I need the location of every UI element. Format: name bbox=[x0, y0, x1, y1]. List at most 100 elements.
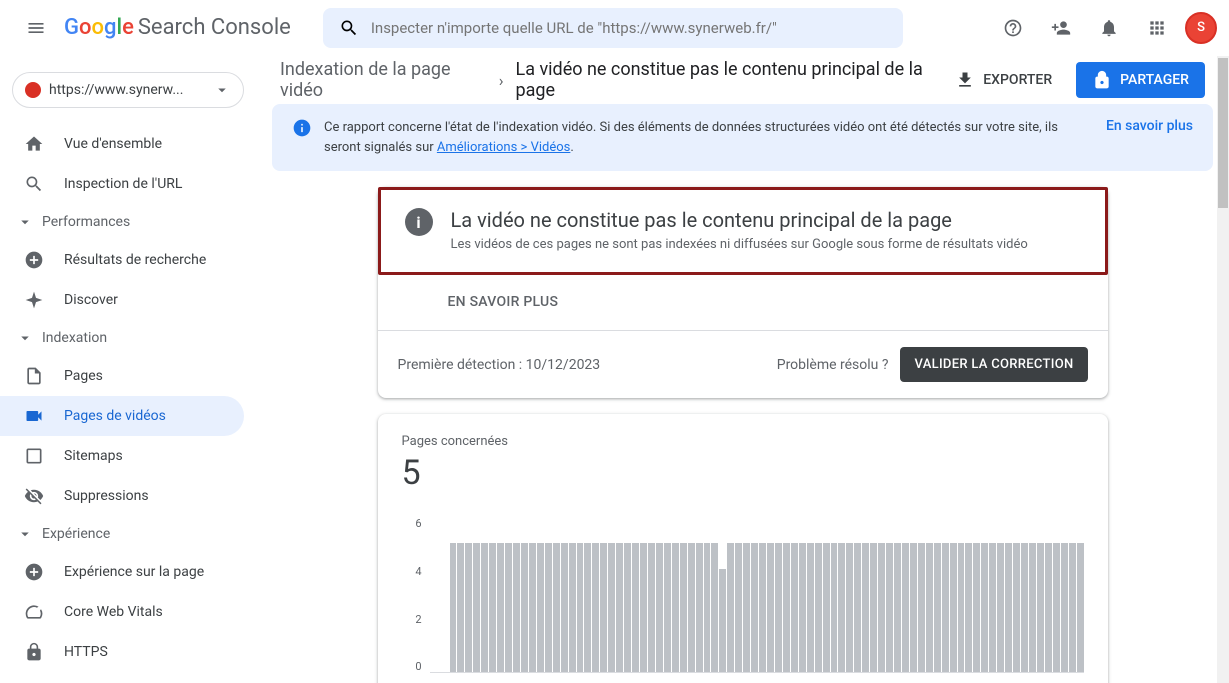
google-logo: Google bbox=[64, 15, 134, 40]
detection-row: Première détection : 10/12/2023 Problème… bbox=[378, 330, 1108, 398]
scrollbar[interactable] bbox=[1217, 56, 1229, 683]
url-inspect-input[interactable] bbox=[371, 19, 887, 37]
nav-discover[interactable]: Discover bbox=[0, 280, 244, 320]
product-name: Search Console bbox=[138, 15, 291, 40]
nav-page-experience[interactable]: Expérience sur la page bbox=[0, 552, 244, 592]
section-indexation[interactable]: Indexation bbox=[0, 320, 256, 356]
lock-icon bbox=[1092, 70, 1112, 90]
nav-https[interactable]: HTTPS bbox=[0, 632, 244, 672]
property-url: https://www.synerw... bbox=[49, 82, 213, 98]
section-title: Performances bbox=[42, 214, 130, 230]
sitemap-icon bbox=[24, 446, 44, 466]
chart: 6420 29/12/202309/01/202420/01/202431/01… bbox=[402, 517, 1084, 683]
logo[interactable]: Google Search Console bbox=[64, 15, 291, 40]
people-icon bbox=[1051, 18, 1071, 38]
section-shopping[interactable]: Achats bbox=[0, 672, 256, 683]
apps-button[interactable] bbox=[1137, 8, 1177, 48]
nav-label: Discover bbox=[64, 292, 118, 308]
issue-title: La vidéo ne constitue pas le contenu pri… bbox=[451, 208, 1028, 232]
info-banner: Ce rapport concerne l'état de l'indexati… bbox=[272, 104, 1213, 171]
chart-plot bbox=[430, 517, 1084, 673]
header-actions: S bbox=[993, 8, 1217, 48]
breadcrumb-separator: › bbox=[499, 71, 504, 90]
dropdown-icon bbox=[213, 81, 231, 99]
export-button[interactable]: EXPORTER bbox=[943, 62, 1064, 98]
hamburger-icon bbox=[26, 18, 46, 38]
section-title: Indexation bbox=[42, 330, 107, 346]
main-content: Indexation de la page vidéo › La vidéo n… bbox=[256, 56, 1229, 683]
users-button[interactable] bbox=[1041, 8, 1081, 48]
nav-label: Vue d'ensemble bbox=[64, 136, 162, 152]
chart-card: Pages concernées 5 6420 29/12/202309/01/… bbox=[378, 414, 1108, 683]
nav-core-web-vitals[interactable]: Core Web Vitals bbox=[0, 592, 244, 632]
nav-search-results[interactable]: Résultats de recherche bbox=[0, 240, 244, 280]
star-icon bbox=[24, 290, 44, 310]
banner-text: Ce rapport concerne l'état de l'indexati… bbox=[324, 118, 1094, 157]
google-icon bbox=[24, 250, 44, 270]
nav-video-pages[interactable]: Pages de vidéos bbox=[0, 396, 244, 436]
breadcrumb-current: La vidéo ne constitue pas le contenu pri… bbox=[516, 59, 944, 101]
issue-description: Les vidéos de ces pages ne sont pas inde… bbox=[451, 236, 1028, 254]
issue-card: i La vidéo ne constitue pas le contenu p… bbox=[378, 187, 1108, 398]
first-detection-text: Première détection : 10/12/2023 bbox=[398, 357, 601, 373]
share-label: PARTAGER bbox=[1120, 72, 1189, 88]
scrollbar-thumb[interactable] bbox=[1218, 58, 1228, 208]
resolved-text: Problème résolu ? bbox=[777, 357, 889, 373]
issue-learn-more[interactable]: EN SAVOIR PLUS bbox=[448, 294, 559, 310]
nav-label: Sitemaps bbox=[64, 448, 123, 464]
chevron-down-icon bbox=[16, 329, 34, 347]
share-button[interactable]: PARTAGER bbox=[1076, 62, 1205, 98]
info-icon bbox=[292, 118, 312, 138]
nav-removals[interactable]: Suppressions bbox=[0, 476, 244, 516]
nav-sitemaps[interactable]: Sitemaps bbox=[0, 436, 244, 476]
visibility-off-icon bbox=[24, 486, 44, 506]
validate-button[interactable]: VALIDER LA CORRECTION bbox=[900, 347, 1087, 382]
section-experience[interactable]: Expérience bbox=[0, 516, 256, 552]
breadcrumb-parent[interactable]: Indexation de la page vidéo bbox=[280, 59, 487, 101]
nav-overview[interactable]: Vue d'ensemble bbox=[0, 124, 244, 164]
nav-url-inspection[interactable]: Inspection de l'URL bbox=[0, 164, 244, 204]
chevron-down-icon bbox=[16, 525, 34, 543]
nav-label: Core Web Vitals bbox=[64, 604, 163, 620]
nav-label: HTTPS bbox=[64, 644, 108, 660]
info-circle-icon: i bbox=[405, 208, 433, 236]
nav-pages[interactable]: Pages bbox=[0, 356, 244, 396]
bell-icon bbox=[1099, 18, 1119, 38]
help-button[interactable] bbox=[993, 8, 1033, 48]
download-icon bbox=[955, 70, 975, 90]
breadcrumb-bar: Indexation de la page vidéo › La vidéo n… bbox=[256, 56, 1229, 104]
sidebar: https://www.synerw... Vue d'ensemble Ins… bbox=[0, 56, 256, 683]
metric-label: Pages concernées bbox=[402, 434, 1084, 449]
help-icon bbox=[1003, 18, 1023, 38]
nav-label: Expérience sur la page bbox=[64, 564, 204, 580]
metric-value: 5 bbox=[402, 453, 1084, 493]
section-title: Expérience bbox=[42, 526, 110, 542]
banner-learn-more[interactable]: En savoir plus bbox=[1106, 118, 1193, 134]
home-icon bbox=[24, 134, 44, 154]
export-label: EXPORTER bbox=[983, 72, 1052, 88]
section-performances[interactable]: Performances bbox=[0, 204, 256, 240]
banner-link[interactable]: Améliorations > Vidéos bbox=[437, 140, 571, 155]
video-icon bbox=[24, 406, 44, 426]
property-selector[interactable]: https://www.synerw... bbox=[12, 72, 244, 108]
notifications-button[interactable] bbox=[1089, 8, 1129, 48]
property-favicon bbox=[25, 82, 41, 98]
nav-label: Résultats de recherche bbox=[64, 252, 206, 268]
account-avatar[interactable]: S bbox=[1185, 12, 1217, 44]
plus-circle-icon bbox=[24, 562, 44, 582]
speed-icon bbox=[24, 602, 44, 622]
app-header: Google Search Console S bbox=[0, 0, 1229, 56]
nav-label: Suppressions bbox=[64, 488, 149, 504]
search-icon bbox=[24, 174, 44, 194]
page-icon bbox=[24, 366, 44, 386]
nav-label: Pages bbox=[64, 368, 103, 384]
apps-grid-icon bbox=[1147, 18, 1167, 38]
lock-icon bbox=[24, 642, 44, 662]
nav-label: Inspection de l'URL bbox=[64, 176, 182, 192]
chevron-down-icon bbox=[16, 213, 34, 231]
issue-header: i La vidéo ne constitue pas le contenu p… bbox=[378, 187, 1108, 275]
nav-label: Pages de vidéos bbox=[64, 408, 166, 424]
url-inspect-box[interactable] bbox=[323, 8, 903, 48]
menu-button[interactable] bbox=[12, 4, 60, 52]
search-icon bbox=[339, 18, 359, 38]
